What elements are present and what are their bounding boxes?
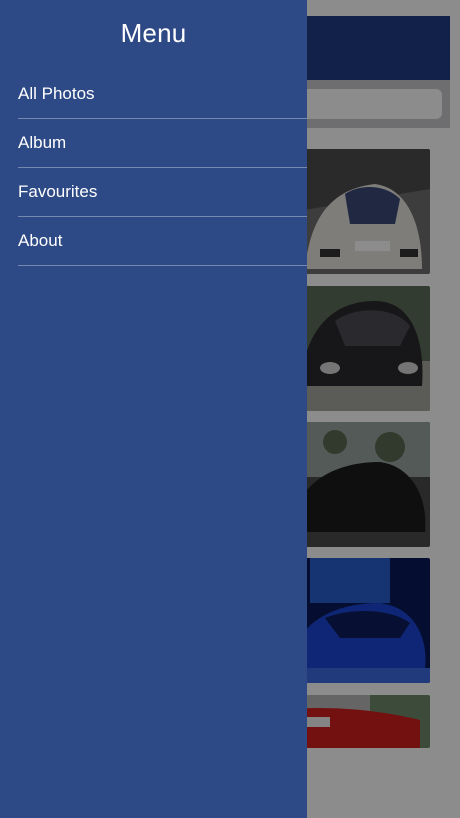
menu-title: Menu — [120, 18, 187, 48]
menu-item-album[interactable]: Album — [18, 119, 307, 168]
menu-list: All Photos Album Favourites About — [18, 70, 307, 266]
side-menu-drawer: Menu All Photos Album Favourites About — [0, 0, 307, 818]
menu-item-favourites[interactable]: Favourites — [18, 168, 307, 217]
menu-item-about[interactable]: About — [18, 217, 307, 266]
menu-item-all-photos[interactable]: All Photos — [18, 70, 307, 119]
